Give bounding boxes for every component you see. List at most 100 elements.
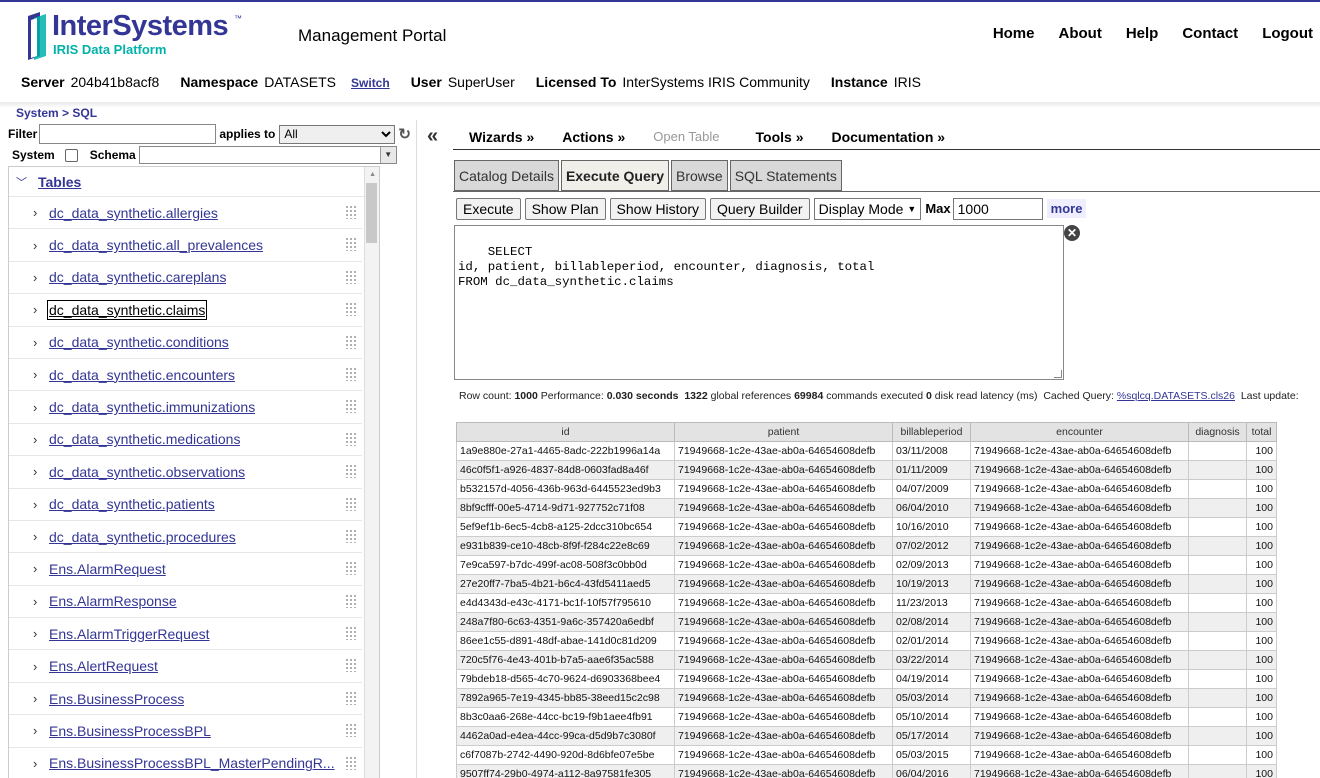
tab-browse[interactable]: Browse — [671, 160, 728, 191]
tree-item[interactable]: › Ens.AlarmRequest — [9, 553, 362, 586]
chevron-right-icon[interactable]: › — [33, 432, 43, 447]
column-header[interactable]: billableperiod — [892, 422, 971, 442]
tree-header-tables[interactable]: ﹀ Tables — [9, 167, 379, 197]
drag-handle-icon[interactable] — [345, 366, 356, 381]
nav-contact[interactable]: Contact — [1182, 25, 1238, 42]
tree-item-label[interactable]: dc_data_synthetic.procedures — [49, 529, 236, 545]
menu-documentation[interactable]: Documentation » — [831, 129, 945, 145]
tree-item-label[interactable]: Ens.BusinessProcess — [49, 691, 184, 707]
tree-item[interactable]: › dc_data_synthetic.immunizations — [9, 391, 362, 424]
chevron-down-icon[interactable]: ﹀ — [16, 174, 27, 190]
tree-item-label[interactable]: Ens.AlarmResponse — [49, 593, 177, 609]
drag-handle-icon[interactable] — [345, 237, 356, 252]
tree-item-label[interactable]: dc_data_synthetic.encounters — [49, 367, 235, 383]
tree-item[interactable]: › dc_data_synthetic.claims — [9, 294, 362, 327]
drag-handle-icon[interactable] — [345, 431, 356, 446]
scrollbar-thumb[interactable] — [366, 183, 377, 243]
show-plan-button[interactable]: Show Plan — [524, 197, 606, 220]
column-header[interactable]: encounter — [970, 422, 1189, 442]
tab-execute-query[interactable]: Execute Query — [560, 160, 669, 191]
tree-item-label[interactable]: dc_data_synthetic.careplans — [49, 269, 226, 285]
tree-item-label[interactable]: dc_data_synthetic.patients — [49, 496, 215, 512]
tree-item[interactable]: › dc_data_synthetic.observations — [9, 456, 362, 489]
tree-item[interactable]: › Ens.BusinessProcess — [9, 683, 362, 716]
nav-about[interactable]: About — [1059, 25, 1102, 42]
nav-help[interactable]: Help — [1126, 25, 1159, 42]
drag-handle-icon[interactable] — [345, 528, 356, 543]
chevron-down-icon[interactable]: ▼ — [379, 147, 396, 163]
tree-item[interactable]: › dc_data_synthetic.careplans — [9, 262, 362, 295]
drag-handle-icon[interactable] — [345, 302, 356, 317]
panel-splitter[interactable] — [416, 120, 417, 778]
tree-item-label[interactable]: dc_data_synthetic.all_prevalences — [49, 237, 263, 253]
column-header[interactable]: total — [1246, 422, 1277, 442]
switch-namespace-link[interactable]: Switch — [351, 76, 390, 90]
column-header[interactable]: id — [456, 422, 675, 442]
clear-query-icon[interactable]: ✕ — [1064, 225, 1080, 241]
tree-item[interactable]: › dc_data_synthetic.encounters — [9, 359, 362, 392]
tree-item[interactable]: › dc_data_synthetic.procedures — [9, 521, 362, 554]
tree-item-label[interactable]: Ens.BusinessProcessBPL_MasterPendingR... — [49, 755, 335, 771]
tree-item-label[interactable]: dc_data_synthetic.observations — [49, 464, 245, 480]
chevron-right-icon[interactable]: › — [33, 723, 43, 738]
collapse-panel-icon[interactable]: « — [427, 126, 438, 146]
tree-item[interactable]: › Ens.BusinessProcessBPL_MasterPendingR..… — [9, 748, 362, 778]
cached-query-link[interactable]: %sqlcq.DATASETS.cls26 — [1117, 390, 1235, 402]
drag-handle-icon[interactable] — [345, 205, 356, 219]
tree-item[interactable]: › Ens.AlarmTriggerRequest — [9, 618, 362, 651]
tree-item-label[interactable]: Ens.AlarmRequest — [49, 561, 166, 577]
max-rows-input[interactable]: 1000 — [952, 197, 1043, 220]
drag-handle-icon[interactable] — [345, 399, 356, 414]
chevron-right-icon[interactable]: › — [33, 205, 43, 220]
tree-item[interactable]: › Ens.AlarmResponse — [9, 586, 362, 619]
breadcrumb-sql[interactable]: SQL — [72, 106, 97, 120]
drag-handle-icon[interactable] — [345, 496, 356, 511]
chevron-right-icon[interactable]: › — [33, 367, 43, 382]
chevron-right-icon[interactable]: › — [33, 529, 43, 544]
execute-button[interactable]: Execute — [456, 197, 521, 220]
drag-handle-icon[interactable] — [345, 334, 356, 349]
chevron-right-icon[interactable]: › — [33, 302, 43, 317]
chevron-right-icon[interactable]: › — [33, 400, 43, 415]
tree-item-label[interactable]: Ens.AlertRequest — [49, 658, 158, 674]
chevron-right-icon[interactable]: › — [33, 691, 43, 706]
tree-item[interactable]: › dc_data_synthetic.patients — [9, 489, 362, 521]
tree-item[interactable]: › Ens.AlertRequest — [9, 650, 362, 683]
tree-item[interactable]: › dc_data_synthetic.conditions — [9, 327, 362, 359]
refresh-icon[interactable]: ↻ — [398, 125, 411, 143]
chevron-right-icon[interactable]: › — [33, 561, 43, 576]
tab-sql-statements[interactable]: SQL Statements — [729, 160, 842, 191]
show-history-button[interactable]: Show History — [609, 197, 706, 220]
drag-handle-icon[interactable] — [345, 561, 356, 576]
menu-tools[interactable]: Tools » — [756, 129, 804, 145]
tree-title[interactable]: Tables — [38, 174, 81, 190]
display-mode-select[interactable]: Display Mode ▼ — [813, 197, 922, 220]
tree-item-label[interactable]: dc_data_synthetic.conditions — [49, 334, 229, 350]
tree-item-label[interactable]: Ens.BusinessProcessBPL — [49, 723, 211, 739]
chevron-right-icon[interactable]: › — [33, 238, 43, 253]
chevron-right-icon[interactable]: › — [33, 626, 43, 641]
chevron-right-icon[interactable]: › — [33, 594, 43, 609]
nav-home[interactable]: Home — [993, 25, 1035, 42]
tree-item[interactable]: › dc_data_synthetic.medications — [9, 424, 362, 457]
tree-item[interactable]: › dc_data_synthetic.allergies — [9, 197, 362, 230]
filter-input[interactable] — [39, 124, 217, 144]
system-checkbox[interactable] — [64, 148, 78, 162]
drag-handle-icon[interactable] — [345, 723, 356, 738]
menu-wizards[interactable]: Wizards » — [469, 129, 534, 145]
chevron-right-icon[interactable]: › — [33, 756, 43, 771]
chevron-right-icon[interactable]: › — [33, 335, 43, 350]
tree-item-label[interactable]: Ens.AlarmTriggerRequest — [49, 626, 210, 642]
drag-handle-icon[interactable] — [345, 626, 356, 641]
tree-item-label[interactable]: dc_data_synthetic.medications — [49, 431, 240, 447]
chevron-right-icon[interactable]: › — [33, 497, 43, 512]
drag-handle-icon[interactable] — [345, 464, 356, 479]
tree-item[interactable]: › dc_data_synthetic.all_prevalences — [9, 229, 362, 262]
chevron-right-icon[interactable]: › — [33, 659, 43, 674]
tree-item-label[interactable]: dc_data_synthetic.claims — [46, 299, 208, 320]
chevron-right-icon[interactable]: › — [33, 464, 43, 479]
chevron-right-icon[interactable]: › — [33, 270, 43, 285]
tab-catalog-details[interactable]: Catalog Details — [454, 160, 559, 191]
drag-handle-icon[interactable] — [345, 755, 356, 770]
scroll-up-icon[interactable]: ▲ — [369, 171, 376, 178]
